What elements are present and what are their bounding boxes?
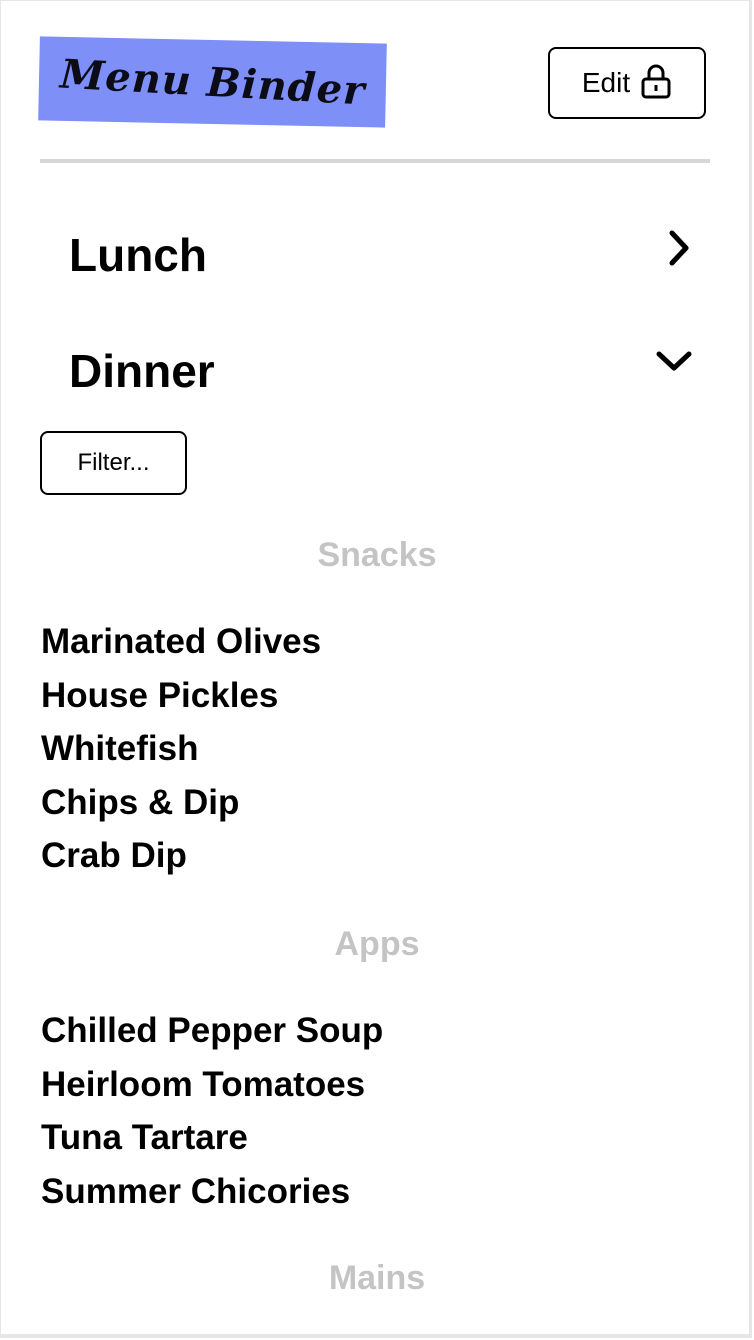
chevron-right-icon	[664, 228, 694, 273]
app-logo: Menu Binder	[38, 36, 387, 128]
menu-item[interactable]: Heirloom Tomatoes	[41, 1058, 383, 1112]
header-divider	[40, 159, 710, 163]
apps-list: Chilled Pepper Soup Heirloom Tomatoes Tu…	[41, 1004, 383, 1218]
menu-item[interactable]: Whitefish	[41, 722, 321, 776]
edit-button-label: Edit	[581, 67, 631, 98]
filter-button[interactable]: Filter...	[40, 431, 187, 495]
chevron-down-icon	[654, 344, 694, 379]
menu-item[interactable]: Chilled Pepper Soup	[41, 1004, 383, 1058]
edit-button[interactable]: Edit	[548, 47, 706, 119]
menu-item[interactable]: Crab Dip	[41, 829, 321, 883]
category-heading-mains: Mains	[328, 1259, 426, 1297]
menu-item[interactable]: Chips & Dip	[41, 776, 321, 830]
menu-item[interactable]: Tuna Tartare	[41, 1111, 383, 1165]
snacks-list: Marinated Olives House Pickles Whitefish…	[41, 615, 321, 883]
section-dinner[interactable]: Dinner	[40, 344, 710, 414]
logo-text: Menu Binder	[58, 50, 367, 114]
menu-item[interactable]: House Pickles	[41, 669, 321, 723]
section-lunch[interactable]: Lunch	[40, 228, 710, 298]
category-heading-snacks: Snacks	[317, 536, 437, 574]
menu-item[interactable]: Marinated Olives	[41, 615, 321, 669]
lock-icon	[640, 63, 672, 104]
section-title-lunch: Lunch	[69, 229, 207, 281]
category-heading-apps: Apps	[334, 925, 420, 963]
section-title-dinner: Dinner	[69, 345, 215, 397]
menu-item[interactable]: Summer Chicories	[41, 1165, 383, 1219]
